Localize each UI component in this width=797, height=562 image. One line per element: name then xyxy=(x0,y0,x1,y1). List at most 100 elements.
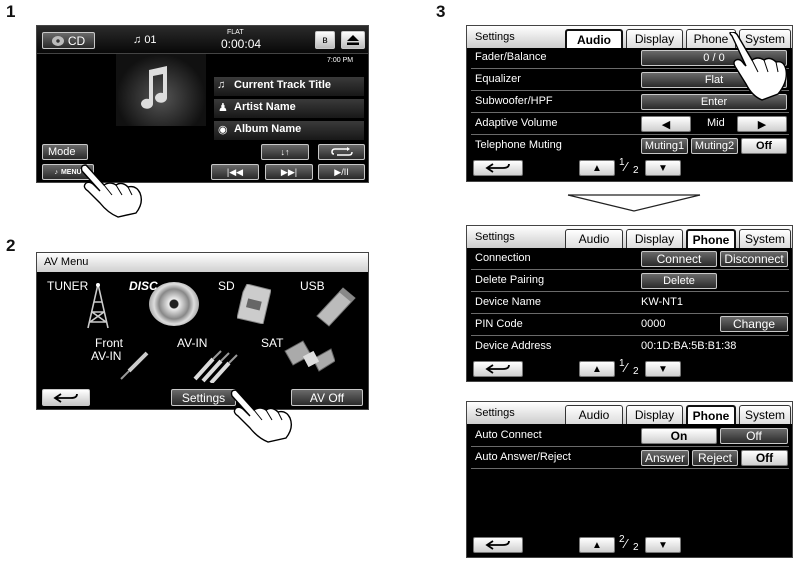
track-icon: ♫ xyxy=(217,79,226,91)
sat-item[interactable]: SAT xyxy=(255,333,339,383)
page-up-button[interactable]: ▲ xyxy=(579,160,615,176)
elapsed-time: 0:00:04 xyxy=(221,37,262,51)
play-pause-button[interactable]: ▶/II xyxy=(318,164,365,180)
tuner-item[interactable]: TUNER xyxy=(41,276,117,330)
page-down-button[interactable]: ▼ xyxy=(645,537,681,553)
settings-title: Settings xyxy=(475,31,515,43)
step-number-2: 2 xyxy=(6,236,16,255)
page-down-button[interactable]: ▼ xyxy=(645,160,681,176)
album-name: Album Name xyxy=(234,123,302,135)
row-divider xyxy=(471,313,789,314)
device-address-value: 00:1D:BA:5B:B1:38 xyxy=(641,340,737,352)
page-total: 2 xyxy=(633,366,639,377)
track-number: ♫ 01 xyxy=(133,34,157,46)
back-button[interactable] xyxy=(473,361,523,377)
connect-button[interactable]: Connect xyxy=(641,251,717,267)
artist-name: Artist Name xyxy=(234,101,296,113)
tab-display[interactable]: Display xyxy=(626,229,683,248)
row-label-subwoofer: Subwoofer/HPF xyxy=(475,95,553,107)
right-arrow-icon: ▶ xyxy=(757,118,767,131)
page-slash: ⁄ xyxy=(625,536,628,551)
previous-button[interactable]: |◀◀ xyxy=(211,164,259,180)
auto-answer-off-button[interactable]: Off xyxy=(741,450,788,466)
tab-display[interactable]: Display xyxy=(626,405,683,424)
tab-system[interactable]: System xyxy=(739,229,791,248)
disconnect-button[interactable]: Disconnect xyxy=(720,251,788,267)
tab-phone[interactable]: Phone xyxy=(686,229,736,248)
settings-title: Settings xyxy=(475,407,515,419)
row-divider xyxy=(471,134,789,135)
auto-reject-button[interactable]: Reject xyxy=(692,450,738,466)
track-skip-updown-button[interactable]: ↓↑ xyxy=(261,144,309,160)
usb-item[interactable]: USB xyxy=(293,276,367,330)
step-number-3: 3 xyxy=(436,2,446,21)
row-divider xyxy=(471,112,789,113)
delete-pairing-button[interactable]: Delete xyxy=(641,273,717,289)
step-number-1: 1 xyxy=(6,2,16,21)
jack-icon xyxy=(119,351,149,381)
row-label-telephone-muting: Telephone Muting xyxy=(475,139,562,151)
transition-arrow xyxy=(566,193,702,213)
av-menu-screen: AV Menu TUNER DISC SD USB Front AV-IN AV… xyxy=(36,252,369,410)
pin-code-value: 0000 xyxy=(641,318,666,330)
back-button[interactable] xyxy=(473,160,523,176)
back-arrow-icon xyxy=(53,392,78,403)
triangle-up-icon: ▲ xyxy=(592,363,602,375)
sd-item[interactable]: SD xyxy=(209,276,285,330)
bluetooth-button[interactable]: ʙ xyxy=(315,31,335,49)
page-up-button[interactable]: ▲ xyxy=(579,361,615,377)
row-label-auto-answer: Auto Answer/Reject xyxy=(475,451,571,463)
page-slash: ⁄ xyxy=(625,159,628,174)
back-arrow-icon xyxy=(485,163,510,173)
page-current: 1 xyxy=(619,358,625,369)
usb-stick-icon xyxy=(313,286,357,330)
front-avin-item[interactable]: Front AV-IN xyxy=(87,333,159,383)
adaptive-volume-down-button[interactable]: ◀ xyxy=(641,116,691,132)
tab-audio[interactable]: Audio xyxy=(565,229,623,248)
tower-icon xyxy=(85,282,111,330)
eject-button[interactable] xyxy=(341,31,365,49)
repeat-icon xyxy=(330,147,353,156)
triangle-up-icon: ▲ xyxy=(592,162,602,174)
music-note-icon xyxy=(139,66,171,112)
settings-button[interactable]: Settings xyxy=(171,389,236,406)
hand-pointer-icon xyxy=(78,163,148,219)
front-label: Front xyxy=(95,336,124,350)
tab-system[interactable]: System xyxy=(739,405,791,424)
back-button[interactable] xyxy=(42,389,90,406)
play-pause-icon: ▶/II xyxy=(334,166,349,177)
tab-audio[interactable]: Audio xyxy=(565,405,623,424)
mode-button[interactable]: Mode xyxy=(42,144,88,160)
page-current: 2 xyxy=(619,534,625,545)
row-divider xyxy=(471,446,789,447)
page-total: 2 xyxy=(633,542,639,553)
row-label-connection: Connection xyxy=(475,252,531,264)
auto-connect-off-button[interactable]: Off xyxy=(720,428,788,444)
back-button[interactable] xyxy=(473,537,523,553)
auto-connect-on-button[interactable]: On xyxy=(641,428,717,444)
page-down-button[interactable]: ▼ xyxy=(645,361,681,377)
change-pin-button[interactable]: Change xyxy=(720,316,788,332)
repeat-button[interactable] xyxy=(318,144,365,160)
muting-off-button[interactable]: Off xyxy=(741,138,787,154)
muting1-button[interactable]: Muting1 xyxy=(641,138,688,154)
track-title: Current Track Title xyxy=(234,79,331,91)
tab-phone[interactable]: Phone xyxy=(686,405,736,424)
next-button[interactable]: ▶▶| xyxy=(265,164,313,180)
av-off-button[interactable]: AV Off xyxy=(291,389,363,406)
row-label-device-address: Device Address xyxy=(475,340,552,352)
disc-item[interactable]: DISC xyxy=(125,276,205,330)
tab-audio[interactable]: Audio xyxy=(565,29,623,48)
arrows-updown-icon: ↓↑ xyxy=(280,147,290,157)
source-button[interactable]: CD xyxy=(42,32,95,49)
auto-answer-button[interactable]: Answer xyxy=(641,450,689,466)
muting2-button[interactable]: Muting2 xyxy=(691,138,738,154)
rca-cables-icon xyxy=(191,347,247,383)
hand-pointer-icon-3 xyxy=(726,32,788,102)
adaptive-volume-up-button[interactable]: ▶ xyxy=(737,116,787,132)
page-up-button[interactable]: ▲ xyxy=(579,537,615,553)
row-label-equalizer: Equalizer xyxy=(475,73,521,85)
avin-item[interactable]: AV-IN xyxy=(169,333,249,383)
av-menu-title: AV Menu xyxy=(44,256,89,268)
tab-display[interactable]: Display xyxy=(626,29,683,48)
